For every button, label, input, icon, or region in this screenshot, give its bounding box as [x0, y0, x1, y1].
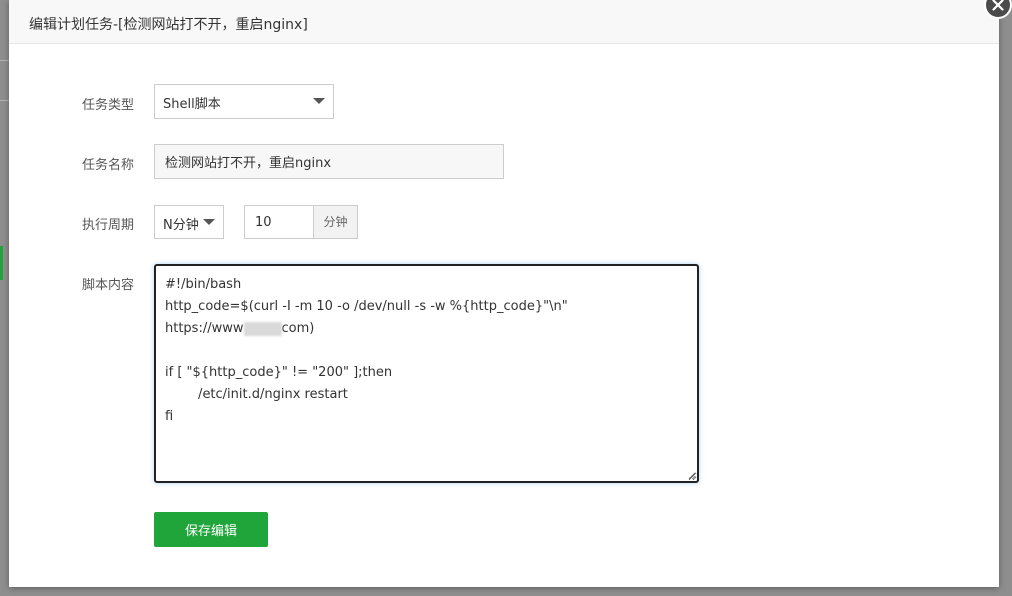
task-name-input[interactable] [154, 144, 504, 179]
script-line: fi [165, 409, 174, 424]
script-line: #!/bin/bash [165, 277, 242, 292]
background-accent-bar [0, 246, 3, 280]
script-url-tail: com) [281, 321, 315, 336]
period-minutes-input[interactable] [244, 205, 314, 239]
task-name-label: 任务名称 [82, 158, 135, 173]
task-type-value: Shell脚本 [163, 97, 221, 112]
chevron-down-icon [203, 219, 215, 225]
period-label: 执行周期 [82, 218, 135, 233]
redacted-domain [243, 321, 282, 336]
script-line: http_code=$(curl -I -m 10 -o /dev/null -… [165, 299, 568, 314]
script-url-head: https://www [165, 321, 244, 336]
chevron-down-icon [313, 98, 325, 104]
task-type-label: 任务类型 [82, 98, 135, 113]
script-textarea[interactable]: #!/bin/bash http_code=$(curl -I -m 10 -o… [154, 264, 699, 483]
script-line: if [ "${http_code}" != "200" ];then [165, 365, 393, 380]
script-line: /etc/init.d/nginx restart [165, 387, 348, 402]
save-edit-button[interactable]: 保存编辑 [154, 512, 268, 547]
period-mode-value: N分钟 [163, 218, 199, 233]
resize-handle-icon[interactable] [687, 471, 696, 480]
period-unit-addon: 分钟 [314, 205, 358, 239]
script-line: https://www com) [165, 318, 688, 340]
dialog-header: 编辑计划任务-[检测网站打不开，重启nginx] [9, 0, 999, 44]
task-type-select[interactable]: Shell脚本 [154, 84, 334, 119]
close-icon [992, 0, 1004, 11]
edit-task-dialog: 编辑计划任务-[检测网站打不开，重启nginx] 任务类型 Shell脚本 任务… [9, 0, 999, 587]
script-label: 脚本内容 [82, 278, 135, 293]
period-mode-select[interactable]: N分钟 [154, 205, 224, 239]
script-line [165, 340, 688, 362]
dialog-title: 编辑计划任务-[检测网站打不开，重启nginx] [29, 17, 308, 33]
